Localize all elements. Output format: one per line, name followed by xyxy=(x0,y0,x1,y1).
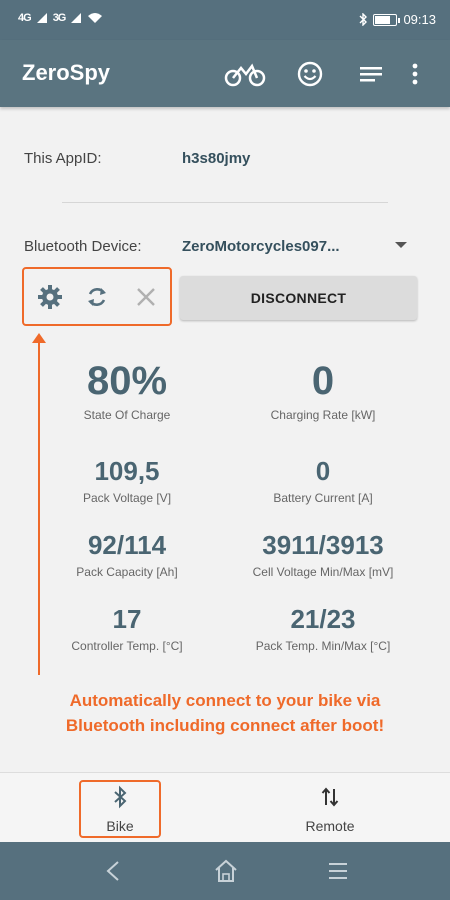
stat-value: 0 xyxy=(311,359,335,403)
chevron-down-icon[interactable] xyxy=(395,242,407,248)
bluetooth-device-label: Bluetooth Device: xyxy=(24,238,142,255)
stat-label: Cell Voltage Min/Max [mV] xyxy=(252,565,394,579)
promo-text: Automatically connect to your bike via B… xyxy=(0,688,450,738)
stat-pack-temp: 21/23 Pack Temp. Min/Max [°C] xyxy=(228,603,418,653)
stat-state-of-charge: 80% State Of Charge xyxy=(32,358,222,422)
overflow-menu-icon[interactable] xyxy=(409,60,421,88)
annotation-arrow-line xyxy=(38,340,40,675)
system-nav-bar xyxy=(0,842,450,900)
tab-remote-label: Remote xyxy=(305,818,355,834)
stat-label: Charging Rate [kW] xyxy=(270,408,376,422)
stat-label: Pack Voltage [V] xyxy=(82,491,172,505)
bluetooth-device-select[interactable]: ZeroMotorcycles097... xyxy=(182,238,340,255)
swap-vert-icon xyxy=(321,787,339,807)
wifi-icon xyxy=(88,13,103,23)
bottom-nav: Bike Remote xyxy=(0,772,450,842)
stat-pack-voltage: 109,5 Pack Voltage [V] xyxy=(32,455,222,505)
stat-value: 0 xyxy=(315,456,331,486)
stat-value: 92/114 xyxy=(87,530,167,560)
smiley-icon[interactable] xyxy=(296,60,324,88)
promo-line-2: Bluetooth including connect after boot! xyxy=(65,716,385,735)
close-icon[interactable] xyxy=(133,284,159,310)
signal-bars-2-icon xyxy=(71,13,82,23)
promo-line-1: Automatically connect to your bike via xyxy=(69,691,381,710)
stat-controller-temp: 17 Controller Temp. [°C] xyxy=(32,603,222,653)
stat-label: Pack Capacity [Ah] xyxy=(76,565,178,579)
back-icon[interactable] xyxy=(98,856,128,886)
tab-bike[interactable]: Bike xyxy=(65,781,175,837)
tab-bike-label: Bike xyxy=(106,818,134,834)
status-left: 4G 3G xyxy=(18,12,103,24)
bluetooth-icon xyxy=(114,785,127,809)
tab-remote[interactable]: Remote xyxy=(275,781,385,837)
disconnect-button[interactable]: DISCONNECT xyxy=(180,276,417,320)
home-icon[interactable] xyxy=(211,856,241,886)
stat-value: 109,5 xyxy=(94,456,160,486)
signal-1-text: 4G xyxy=(18,12,32,24)
stat-charging-rate: 0 Charging Rate [kW] xyxy=(228,358,418,422)
stat-value: 21/23 xyxy=(290,604,356,634)
list-icon[interactable] xyxy=(357,60,385,88)
battery-icon xyxy=(373,13,401,26)
bike-icon[interactable] xyxy=(224,60,266,88)
status-time: 09:13 xyxy=(403,12,436,27)
stat-label: Controller Temp. [°C] xyxy=(71,639,183,653)
annotation-arrow-head xyxy=(32,333,46,343)
refresh-icon[interactable] xyxy=(84,284,110,310)
stat-value: 3911/3913 xyxy=(262,530,384,560)
signal-2-text: 3G xyxy=(52,12,67,24)
stat-value: 80% xyxy=(86,359,168,403)
status-right: 09:13 xyxy=(359,12,436,27)
stat-label: Battery Current [A] xyxy=(273,491,373,505)
stat-battery-current: 0 Battery Current [A] xyxy=(228,455,418,505)
stat-cell-voltage: 3911/3913 Cell Voltage Min/Max [mV] xyxy=(228,529,418,579)
app-title: ZeroSpy xyxy=(22,60,111,85)
stat-label: State Of Charge xyxy=(83,408,171,422)
settings-icon[interactable] xyxy=(37,284,63,310)
app-id-value: h3s80jmy xyxy=(182,150,251,167)
app-id-label: This AppID: xyxy=(24,150,102,167)
status-bar: 4G 3G 09:13 xyxy=(0,0,450,40)
app-bar: ZeroSpy xyxy=(0,40,450,107)
stat-pack-capacity: 92/114 Pack Capacity [Ah] xyxy=(32,529,222,579)
divider xyxy=(62,202,388,203)
signal-bars-icon xyxy=(36,13,47,23)
bluetooth-status-icon xyxy=(359,13,368,26)
menu-icon[interactable] xyxy=(323,856,353,886)
stat-value: 17 xyxy=(112,604,142,634)
stat-label: Pack Temp. Min/Max [°C] xyxy=(255,639,391,653)
